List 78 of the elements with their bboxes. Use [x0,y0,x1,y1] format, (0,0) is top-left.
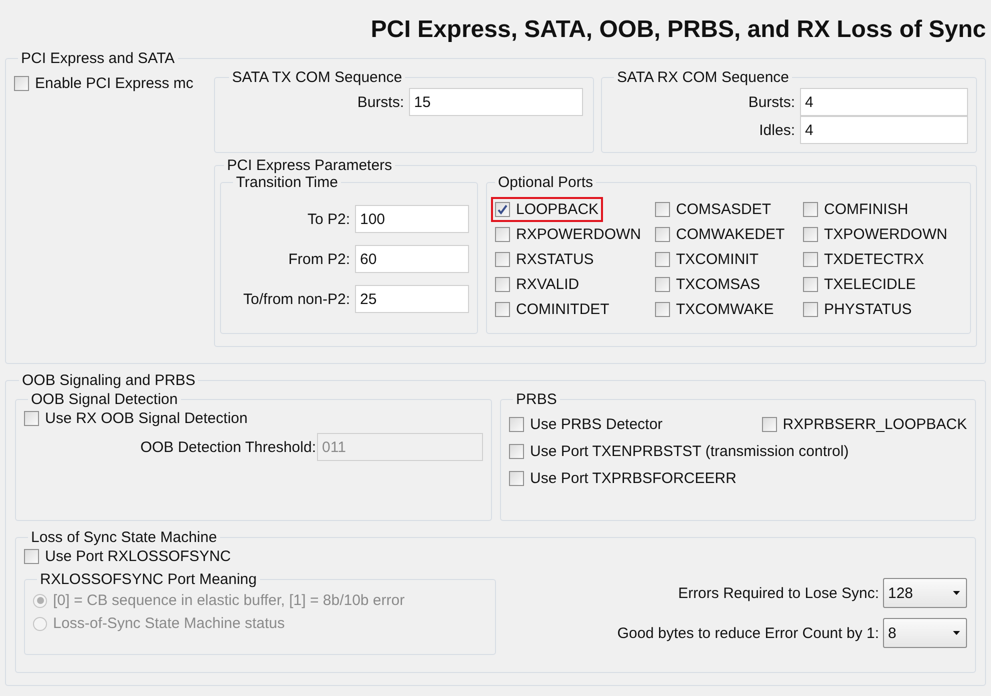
checkbox[interactable] [495,302,510,317]
checkbox-label: TXCOMWAKE [676,301,774,318]
group-title: Transition Time [235,174,339,191]
input-field[interactable]: 4 [800,116,968,144]
checkbox-label: RXPRBSERR_LOOPBACK [782,416,967,433]
checkbox[interactable] [803,277,818,292]
checkbox[interactable] [495,277,510,292]
checkbox-label: Use RX OOB Signal Detection [45,410,248,427]
group-title: SATA RX COM Sequence [616,69,790,86]
field-label: Bursts: [356,94,404,110]
checkbox[interactable] [24,411,39,426]
checkbox[interactable] [495,252,510,267]
checkbox[interactable] [495,227,510,242]
group-title: PCI Express Parameters [226,157,394,174]
field-label: From P2: [287,250,350,268]
checkbox-label: TXDETECTRX [824,251,924,268]
radio-label: [0] = CB sequence in elastic buffer, [1] = 8b/10b error [53,592,405,609]
checkbox[interactable] [803,252,818,267]
checkbox[interactable] [655,227,670,242]
checkbox[interactable] [24,549,39,564]
checkbox-label: Use Port TXENPRBSTST (transmission control) [530,443,849,460]
radio-label: Loss-of-Sync State Machine status [53,615,285,632]
caret-icon [953,631,960,635]
checkbox-label: LOOPBACK [516,201,599,218]
checkbox[interactable] [655,302,670,317]
checkbox-label: Use Port RXLOSSOFSYNC [45,548,231,565]
group-title: OOB Signaling and PRBS [21,372,196,389]
checkbox-label: TXPOWERDOWN [824,226,948,243]
checkbox-label: COMINITDET [516,301,610,318]
input-field[interactable]: 100 [355,205,469,233]
checkbox-label: TXELECIDLE [824,276,916,293]
checkbox[interactable] [762,417,777,432]
checkbox[interactable] [655,277,670,292]
field-label: Errors Required to Lose Sync: [678,584,879,602]
dropdown[interactable]: 128 [883,578,967,608]
checkbox[interactable] [509,471,524,486]
checkbox[interactable] [509,444,524,459]
checkbox-label: RXSTATUS [516,251,594,268]
group-title: Loss of Sync State Machine [30,529,218,546]
checkbox[interactable] [803,202,818,217]
group-title: PCI Express and SATA [20,50,176,67]
checkmark-icon [497,204,508,215]
group-title: OOB Signal Detection [30,391,179,408]
checkbox-label: Use PRBS Detector [530,416,663,433]
checkbox-label: COMFINISH [824,201,908,218]
page-title: PCI Express, SATA, OOB, PRBS, and RX Loss of Sync [370,15,986,45]
field-label: To/from non-P2: [242,290,350,308]
input-field[interactable]: 15 [409,88,583,116]
checkbox-label: PHYSTATUS [824,301,912,318]
input-field[interactable]: 4 [800,88,968,116]
checkbox-label: COMWAKEDET [676,226,785,243]
field-label: OOB Detection Threshold: [140,438,316,456]
checkbox[interactable] [509,417,524,432]
group-title: Optional Ports [497,174,594,191]
checkbox[interactable] [655,252,670,267]
field-label: Idles: [758,122,795,138]
checkbox-label: RXVALID [516,276,580,293]
checkbox[interactable] [14,76,29,91]
group-title: RXLOSSOFSYNC Port Meaning [39,571,258,588]
checkbox-label: COMSASDET [676,201,772,218]
field-label: Good bytes to reduce Error Count by 1: [617,624,879,642]
checkbox-label: TXCOMINIT [676,251,758,268]
checkbox[interactable] [803,227,818,242]
checkbox-label: TXCOMSAS [676,276,760,293]
field-label: Bursts: [747,94,795,110]
group-title: PRBS [515,391,558,408]
checkbox[interactable] [655,202,670,217]
caret-icon [953,591,960,595]
checkbox-label: RXPOWERDOWN [516,226,641,243]
input-field[interactable]: 60 [355,245,469,273]
checkbox[interactable] [803,302,818,317]
field-label: To P2: [306,210,350,228]
checkbox-label: Enable PCI Express mc [35,75,194,92]
group-title: SATA TX COM Sequence [231,69,404,86]
checkbox-label: Use Port TXPRBSFORCEERR [530,470,736,487]
dropdown[interactable]: 8 [883,618,967,648]
input-field[interactable]: 25 [355,285,469,313]
checkbox[interactable] [495,202,510,217]
